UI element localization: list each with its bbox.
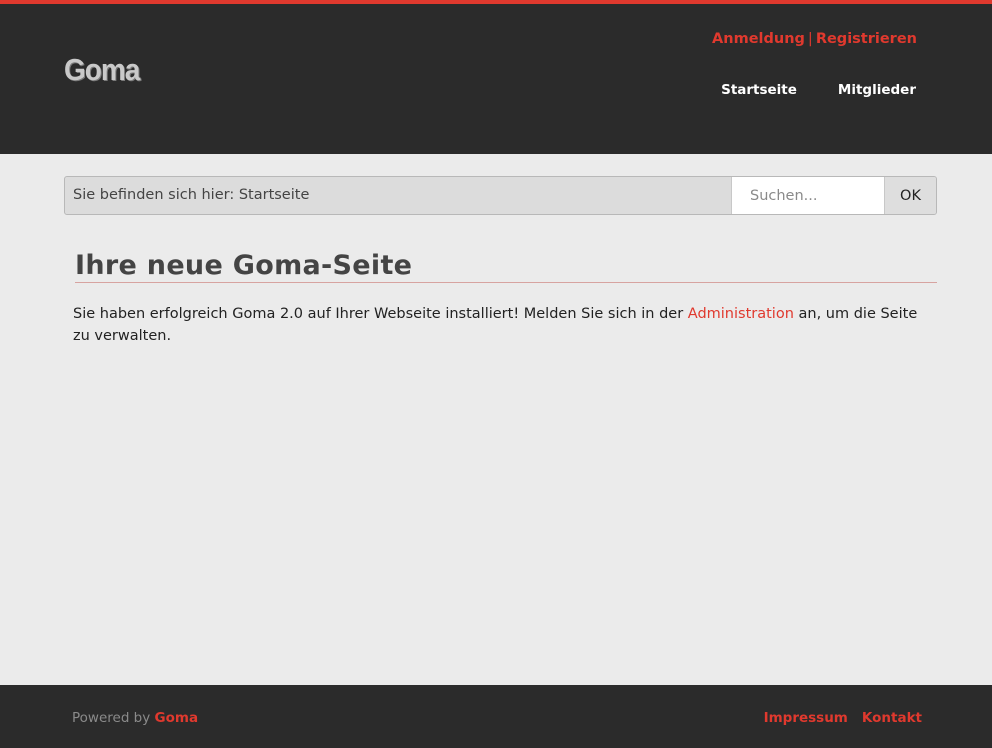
administration-link[interactable]: Administration bbox=[688, 306, 794, 322]
title-divider bbox=[75, 282, 937, 283]
nav-item-startseite[interactable]: Startseite bbox=[721, 82, 797, 98]
main-content: Ihre neue Goma-Seite Sie haben erfolgrei… bbox=[73, 250, 937, 362]
powered-by-goma-link[interactable]: Goma bbox=[155, 710, 199, 726]
site-logo[interactable]: Goma bbox=[64, 52, 140, 87]
breadcrumb: Sie befinden sich hier: Startseite bbox=[73, 187, 310, 203]
kontakt-link[interactable]: Kontakt bbox=[862, 710, 922, 726]
page-title: Ihre neue Goma-Seite bbox=[75, 250, 413, 281]
footer-links: Impressum Kontakt bbox=[764, 710, 922, 726]
site-header: Goma Anmeldung | Registrieren Startseite M… bbox=[0, 4, 992, 154]
powered-by: Powered by Goma bbox=[72, 710, 198, 726]
powered-by-label: Powered by bbox=[72, 710, 155, 726]
intro-paragraph: Sie haben erfolgreich Goma 2.0 auf Ihrer… bbox=[73, 303, 937, 347]
site-footer: Powered by Goma Impressum Kontakt bbox=[0, 685, 992, 748]
nav-item-mitglieder[interactable]: Mitglieder bbox=[838, 82, 916, 98]
breadcrumb-search-bar: Sie befinden sich hier: Startseite OK bbox=[64, 176, 937, 215]
intro-text-start: Sie haben erfolgreich Goma 2.0 auf Ihrer… bbox=[73, 306, 688, 322]
auth-links: Anmeldung | Registrieren bbox=[712, 31, 917, 47]
login-link[interactable]: Anmeldung bbox=[712, 31, 805, 47]
auth-separator: | bbox=[807, 31, 813, 47]
main-navigation: Startseite Mitglieder bbox=[721, 82, 916, 98]
impressum-link[interactable]: Impressum bbox=[764, 710, 848, 726]
search-input[interactable] bbox=[731, 177, 884, 214]
register-link[interactable]: Registrieren bbox=[816, 31, 917, 47]
search-submit-button[interactable]: OK bbox=[884, 177, 936, 214]
